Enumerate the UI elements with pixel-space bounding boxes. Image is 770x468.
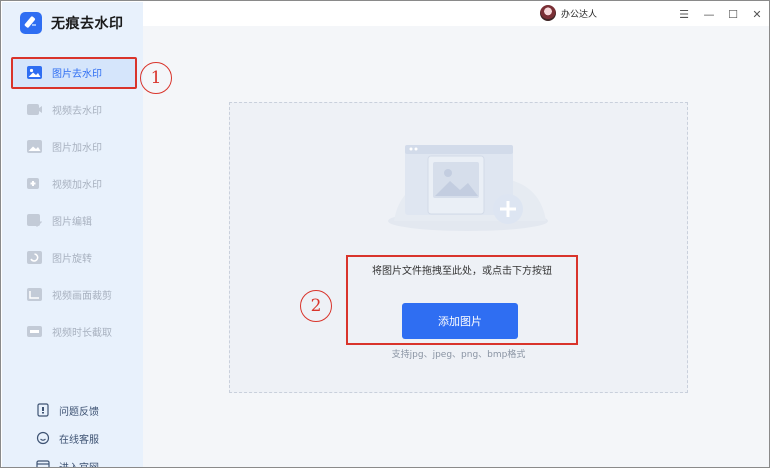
video-icon — [26, 102, 43, 117]
image-icon — [26, 65, 43, 80]
sidebar-nav: 图片去水印视频去水印图片加水印视频加水印图片编辑图片旋转视频画面裁剪 视频时长截取 — [2, 54, 143, 350]
sidebar-item-label: 图片编辑 — [52, 217, 92, 228]
video-crop-icon — [26, 287, 43, 302]
upload-hint-area: 将图片文件拖拽至此处，或点击下方按钮 添加图片 — [346, 255, 578, 345]
sidebar-item-label: 图片去水印 — [52, 69, 102, 80]
sidebar-item[interactable]: 图片加水印 — [2, 128, 143, 165]
annotation-marker-2: 2 — [300, 290, 332, 322]
bottom-link[interactable]: 进入官网 — [2, 452, 143, 468]
app-window: 无痕去水印 图片去水印视频去水印图片加水印视频加水印图片编辑图片旋转视频画面裁剪… — [0, 0, 770, 468]
sidebar: 无痕去水印 图片去水印视频去水印图片加水印视频加水印图片编辑图片旋转视频画面裁剪… — [2, 2, 143, 468]
upload-illustration-icon — [388, 145, 548, 231]
sidebar-item[interactable]: 图片旋转 — [2, 239, 143, 276]
image-rotate-icon — [26, 250, 43, 265]
sidebar-item-label: 视频画面裁剪 — [52, 291, 112, 302]
sidebar-bottom-links: 问题反馈在线客服进入官网 — [2, 396, 143, 468]
user-profile[interactable]: 办公达人 — [540, 5, 597, 21]
logo-icon — [20, 12, 42, 34]
sidebar-item[interactable]: 视频画面裁剪 — [2, 276, 143, 313]
sidebar-item[interactable]: 视频时长截取 — [2, 313, 143, 350]
bottom-link-label: 在线客服 — [59, 434, 99, 446]
sidebar-item-label: 视频加水印 — [52, 180, 102, 191]
sidebar-item-label: 视频时长截取 — [52, 328, 112, 339]
website-icon — [36, 459, 50, 467]
avatar[interactable] — [540, 5, 556, 21]
sidebar-item-label: 图片旋转 — [52, 254, 92, 265]
bottom-link[interactable]: 在线客服 — [2, 424, 143, 452]
maximize-icon[interactable]: ☐ — [724, 5, 742, 23]
user-name: 办公达人 — [561, 9, 598, 20]
bottom-link-label: 问题反馈 — [59, 406, 99, 418]
close-icon[interactable]: ✕ — [748, 5, 766, 23]
supported-formats: 支持jpg、jpeg、png、bmp格式 — [391, 350, 526, 360]
app-name: 无痕去水印 — [51, 16, 124, 32]
menu-icon[interactable]: ☰ — [675, 5, 693, 23]
sidebar-item[interactable]: 图片编辑 — [2, 202, 143, 239]
title-bar: 办公达人 ☰ — ☐ ✕ — [143, 2, 769, 26]
bottom-link[interactable]: 问题反馈 — [2, 396, 143, 424]
main-content: 将图片文件拖拽至此处，或点击下方按钮 添加图片 支持jpg、jpeg、png、b… — [143, 26, 769, 467]
app-logo: 无痕去水印 — [20, 12, 124, 34]
add-image-button[interactable]: 添加图片 — [402, 303, 518, 339]
sidebar-item[interactable]: 视频加水印 — [2, 165, 143, 202]
sidebar-item-label: 图片加水印 — [52, 143, 102, 154]
image-edit-icon — [26, 213, 43, 228]
bottom-link-label: 进入官网 — [59, 462, 99, 468]
drop-hint: 将图片文件拖拽至此处，或点击下方按钮 — [372, 266, 552, 277]
sidebar-item[interactable]: 图片去水印 — [2, 54, 143, 91]
video-trim-icon — [26, 324, 43, 339]
minimize-icon[interactable]: — — [700, 5, 718, 23]
support-icon — [36, 431, 50, 445]
sidebar-item-label: 视频去水印 — [52, 106, 102, 117]
sidebar-item[interactable]: 视频去水印 — [2, 91, 143, 128]
feedback-icon — [36, 403, 50, 417]
annotation-marker-1: 1 — [140, 62, 172, 94]
image-add-icon — [26, 139, 43, 154]
video-add-icon — [26, 176, 43, 191]
